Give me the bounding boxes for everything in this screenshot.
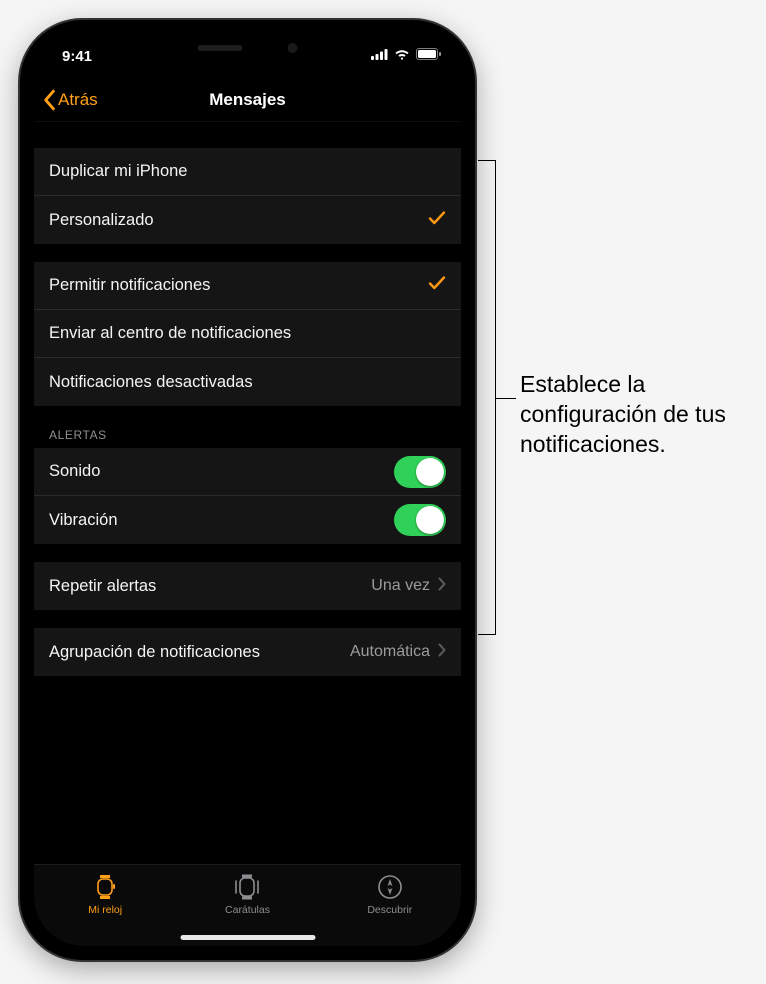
row-notification-grouping[interactable]: Agrupación de notificaciones Automática bbox=[34, 628, 461, 676]
alerts-group: ALERTAS Sonido Vibración bbox=[34, 406, 461, 544]
sound-toggle[interactable] bbox=[394, 456, 446, 488]
battery-icon bbox=[416, 48, 441, 60]
option-mirror-iphone[interactable]: Duplicar mi iPhone bbox=[34, 148, 461, 196]
status-bar: 9:41 bbox=[34, 34, 461, 78]
wifi-icon bbox=[394, 48, 410, 60]
tab-bar: Mi reloj Carátulas Descubrir bbox=[34, 864, 461, 946]
cellular-icon bbox=[371, 49, 388, 60]
gallery-icon bbox=[230, 873, 264, 901]
cell-label: Agrupación de notificaciones bbox=[49, 643, 260, 662]
cell-detail: Automática bbox=[350, 643, 434, 661]
checkmark-icon bbox=[428, 275, 446, 296]
chevron-left-icon bbox=[40, 89, 58, 111]
tab-discover[interactable]: Descubrir bbox=[319, 865, 461, 946]
cell-label: Enviar al centro de notificaciones bbox=[49, 324, 291, 343]
checkmark-icon bbox=[428, 210, 446, 231]
row-vibration: Vibración bbox=[34, 496, 461, 544]
speaker-grill bbox=[198, 45, 243, 51]
back-button[interactable]: Atrás bbox=[40, 78, 98, 121]
toggle-knob bbox=[416, 458, 444, 486]
settings-content: Duplicar mi iPhone Personalizado Permiti… bbox=[34, 122, 461, 864]
watch-icon bbox=[90, 873, 120, 901]
notch bbox=[150, 34, 345, 62]
tab-my-watch[interactable]: Mi reloj bbox=[34, 865, 176, 946]
cell-label: Vibración bbox=[49, 511, 118, 530]
notification-delivery-group: Permitir notificaciones Enviar al centro… bbox=[34, 262, 461, 406]
compass-icon bbox=[377, 873, 403, 901]
cell-label: Permitir notificaciones bbox=[49, 276, 210, 295]
option-notifications-off[interactable]: Notificaciones desactivadas bbox=[34, 358, 461, 406]
status-time: 9:41 bbox=[62, 48, 92, 65]
cell-label: Notificaciones desactivadas bbox=[49, 373, 253, 392]
repeat-alerts-group: Repetir alertas Una vez bbox=[34, 562, 461, 610]
phone-frame: 9:41 Atrás Mensajes Duplicar mi iPhone P… bbox=[20, 20, 475, 960]
cell-label: Repetir alertas bbox=[49, 577, 156, 596]
home-indicator[interactable] bbox=[180, 935, 315, 940]
cell-label: Sonido bbox=[49, 462, 100, 481]
cell-label: Personalizado bbox=[49, 211, 154, 230]
tab-label: Descubrir bbox=[367, 904, 412, 916]
vibration-toggle[interactable] bbox=[394, 504, 446, 536]
alerts-header: ALERTAS bbox=[34, 406, 461, 448]
back-label: Atrás bbox=[58, 90, 98, 110]
cell-detail: Una vez bbox=[371, 577, 434, 595]
toggle-knob bbox=[416, 506, 444, 534]
row-repeat-alerts[interactable]: Repetir alertas Una vez bbox=[34, 562, 461, 610]
tab-face-gallery[interactable]: Carátulas bbox=[176, 865, 318, 946]
status-indicators bbox=[371, 48, 441, 60]
tab-label: Carátulas bbox=[225, 904, 270, 916]
nav-bar: Atrás Mensajes bbox=[34, 78, 461, 122]
screen: 9:41 Atrás Mensajes Duplicar mi iPhone P… bbox=[34, 34, 461, 946]
notification-grouping-group: Agrupación de notificaciones Automática bbox=[34, 628, 461, 676]
row-sound: Sonido bbox=[34, 448, 461, 496]
chevron-right-icon bbox=[438, 577, 446, 596]
cell-label: Duplicar mi iPhone bbox=[49, 162, 187, 181]
tab-label: Mi reloj bbox=[88, 904, 122, 916]
callout-bracket bbox=[478, 160, 496, 635]
callout-text: Establece la configuración de tus notifi… bbox=[520, 370, 750, 460]
page-title: Mensajes bbox=[209, 90, 286, 110]
mirroring-mode-group: Duplicar mi iPhone Personalizado bbox=[34, 148, 461, 244]
option-custom[interactable]: Personalizado bbox=[34, 196, 461, 244]
option-send-to-center[interactable]: Enviar al centro de notificaciones bbox=[34, 310, 461, 358]
option-allow-notifications[interactable]: Permitir notificaciones bbox=[34, 262, 461, 310]
front-camera bbox=[288, 43, 298, 53]
chevron-right-icon bbox=[438, 643, 446, 662]
